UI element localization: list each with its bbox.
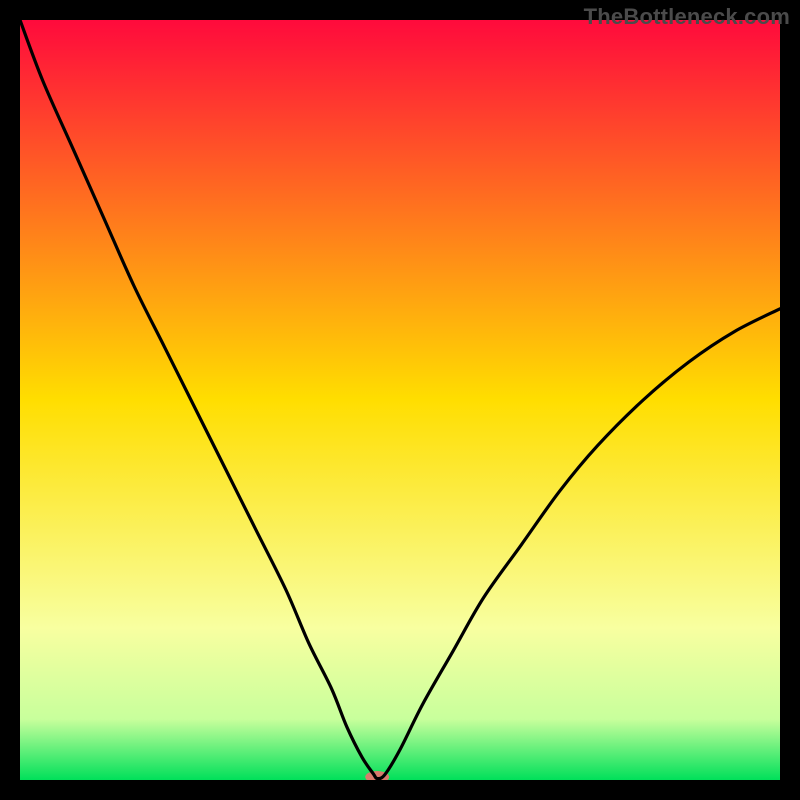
watermark-text: TheBottleneck.com — [584, 4, 790, 30]
chart-background — [20, 20, 780, 780]
chart-stage: TheBottleneck.com — [0, 0, 800, 800]
bottleneck-chart — [20, 20, 780, 780]
